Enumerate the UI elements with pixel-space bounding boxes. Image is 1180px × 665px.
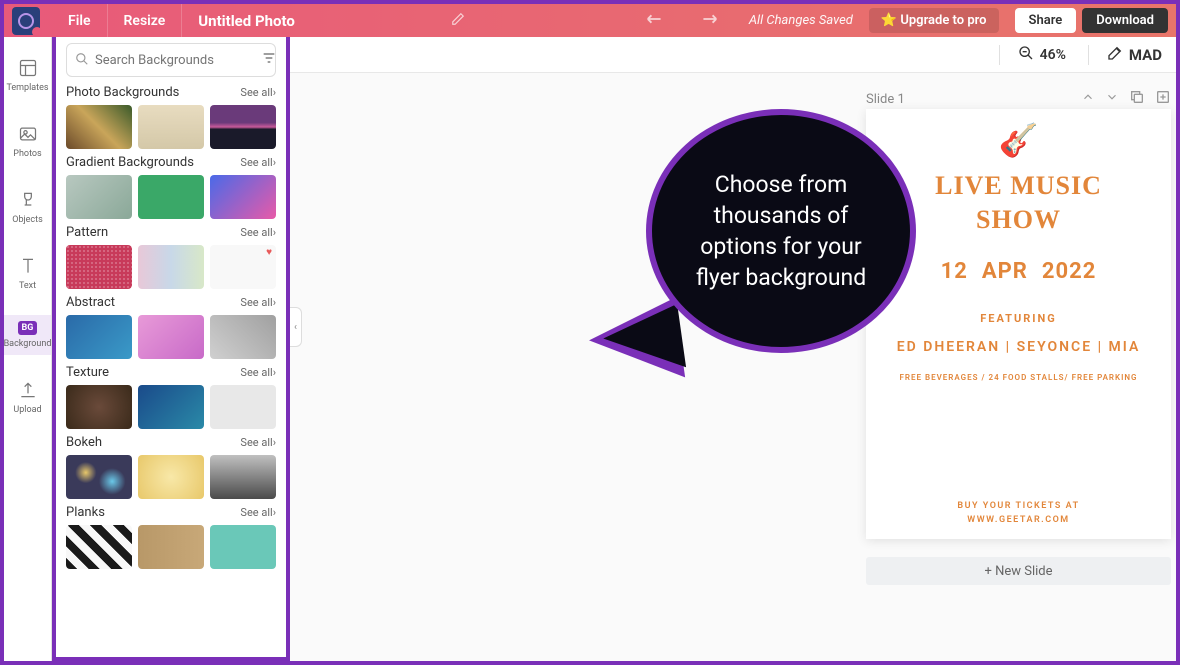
top-bar: File Resize Untitled Photo All Changes S… — [4, 4, 1176, 37]
save-status: All Changes Saved — [749, 13, 853, 28]
templates-icon — [17, 57, 39, 79]
bg-thumb[interactable] — [138, 525, 204, 569]
brand-label[interactable]: MAD — [1088, 45, 1162, 65]
chevron-right-icon: › — [273, 296, 276, 309]
chevron-right-icon: › — [273, 86, 276, 99]
edit-icon[interactable] — [451, 11, 465, 30]
add-slide-icon[interactable] — [1155, 89, 1171, 109]
see-all-pattern[interactable]: See all› — [240, 226, 276, 239]
document-title[interactable]: Untitled Photo — [182, 12, 311, 30]
duplicate-icon[interactable] — [1129, 89, 1145, 109]
zoom-icon — [1018, 45, 1034, 65]
flyer-artists: ED DHEERAN | SEYONCE | MIA — [897, 339, 1141, 355]
move-up-icon[interactable] — [1081, 90, 1095, 108]
see-all-photo[interactable]: See all› — [240, 86, 276, 99]
text-icon — [17, 255, 39, 277]
resize-menu[interactable]: Resize — [108, 4, 183, 37]
bg-thumb[interactable] — [138, 245, 204, 289]
bg-thumb[interactable] — [66, 175, 132, 219]
slide-header: Slide 1 — [866, 89, 1171, 109]
flyer-buy: BUY YOUR TICKETS ATWWW.GEETAR.COM — [957, 500, 1079, 527]
backgrounds-panel: Photo BackgroundsSee all› Gradient Backg… — [52, 37, 290, 661]
see-all-abstract[interactable]: See all› — [240, 296, 276, 309]
filter-icon[interactable] — [261, 50, 277, 70]
download-button[interactable]: Download — [1082, 8, 1168, 33]
upgrade-button[interactable]: ⭐ Upgrade to pro — [869, 8, 999, 33]
wand-icon — [1107, 45, 1123, 65]
bg-thumb[interactable] — [66, 315, 132, 359]
tutorial-callout: Choose from thousands of options for you… — [590, 109, 916, 419]
bg-thumb[interactable] — [138, 315, 204, 359]
chevron-right-icon: › — [273, 226, 276, 239]
chevron-right-icon: › — [273, 436, 276, 449]
app-logo[interactable] — [12, 7, 40, 35]
zoom-control[interactable]: 46% — [999, 45, 1066, 65]
bg-thumb[interactable] — [210, 455, 276, 499]
category-abstract: AbstractSee all› — [66, 295, 276, 359]
category-gradient: Gradient BackgroundsSee all› — [66, 155, 276, 219]
bg-thumb[interactable] — [210, 175, 276, 219]
chevron-right-icon: › — [273, 366, 276, 379]
search-icon — [75, 51, 89, 70]
category-planks: PlanksSee all› — [66, 505, 276, 569]
objects-icon — [17, 189, 39, 211]
bg-thumb[interactable] — [66, 525, 132, 569]
upload-icon — [17, 379, 39, 401]
canvas-toolbar: 46% MAD — [290, 37, 1176, 73]
category-texture: TextureSee all› — [66, 365, 276, 429]
category-photo: Photo BackgroundsSee all› — [66, 85, 276, 149]
bg-thumb[interactable] — [210, 105, 276, 149]
chevron-right-icon: › — [273, 506, 276, 519]
guitar-icon: 🎸 — [999, 121, 1039, 159]
flyer-title-2: SHOW — [976, 203, 1061, 237]
bg-thumb[interactable] — [210, 245, 276, 289]
flyer-date: 12APR2022 — [941, 259, 1097, 284]
bg-thumb[interactable] — [138, 175, 204, 219]
bg-thumb[interactable] — [66, 385, 132, 429]
file-menu[interactable]: File — [52, 4, 108, 37]
see-all-planks[interactable]: See all› — [240, 506, 276, 519]
rail-photos[interactable]: Photos — [4, 117, 51, 165]
see-all-gradient[interactable]: See all› — [240, 156, 276, 169]
bg-thumb[interactable] — [66, 105, 132, 149]
left-rail: Templates Photos Objects Text BG Backgro… — [4, 37, 52, 661]
bg-thumb[interactable] — [210, 315, 276, 359]
rail-text[interactable]: Text — [4, 249, 51, 297]
rail-background[interactable]: BG Background — [4, 315, 51, 355]
see-all-texture[interactable]: See all› — [240, 366, 276, 379]
canvas-area: 46% MAD ‹ Slide 1 🎸 LIVE MUSIC SHOW 12AP… — [290, 37, 1176, 661]
undo-icon[interactable] — [645, 11, 667, 31]
flyer-featuring: FEATURING — [980, 312, 1057, 325]
move-down-icon[interactable] — [1105, 90, 1119, 108]
slide-label: Slide 1 — [866, 92, 905, 107]
redo-icon[interactable] — [697, 11, 719, 31]
bg-thumb[interactable] — [210, 525, 276, 569]
bg-thumb[interactable] — [138, 385, 204, 429]
bg-thumb[interactable] — [138, 105, 204, 149]
flyer-title-1: LIVE MUSIC — [935, 169, 1102, 203]
flyer-info: FREE BEVERAGES / 24 FOOD STALLS/ FREE PA… — [900, 373, 1138, 382]
bg-thumb[interactable] — [66, 245, 132, 289]
category-bokeh: BokehSee all› — [66, 435, 276, 499]
bg-thumb[interactable] — [66, 455, 132, 499]
new-slide-button[interactable]: + New Slide — [866, 557, 1171, 585]
chevron-right-icon: › — [273, 156, 276, 169]
search-input[interactable] — [95, 53, 261, 68]
bg-thumb[interactable] — [210, 385, 276, 429]
rail-objects[interactable]: Objects — [4, 183, 51, 231]
category-pattern: PatternSee all› — [66, 225, 276, 289]
panel-collapse-handle[interactable]: ‹ — [290, 307, 302, 347]
see-all-bokeh[interactable]: See all› — [240, 436, 276, 449]
search-wrap — [66, 43, 276, 77]
background-icon: BG — [18, 321, 38, 335]
bg-thumb[interactable] — [138, 455, 204, 499]
rail-upload[interactable]: Upload — [4, 373, 51, 421]
rail-templates[interactable]: Templates — [4, 51, 51, 99]
photos-icon — [17, 123, 39, 145]
share-button[interactable]: Share — [1015, 8, 1077, 33]
